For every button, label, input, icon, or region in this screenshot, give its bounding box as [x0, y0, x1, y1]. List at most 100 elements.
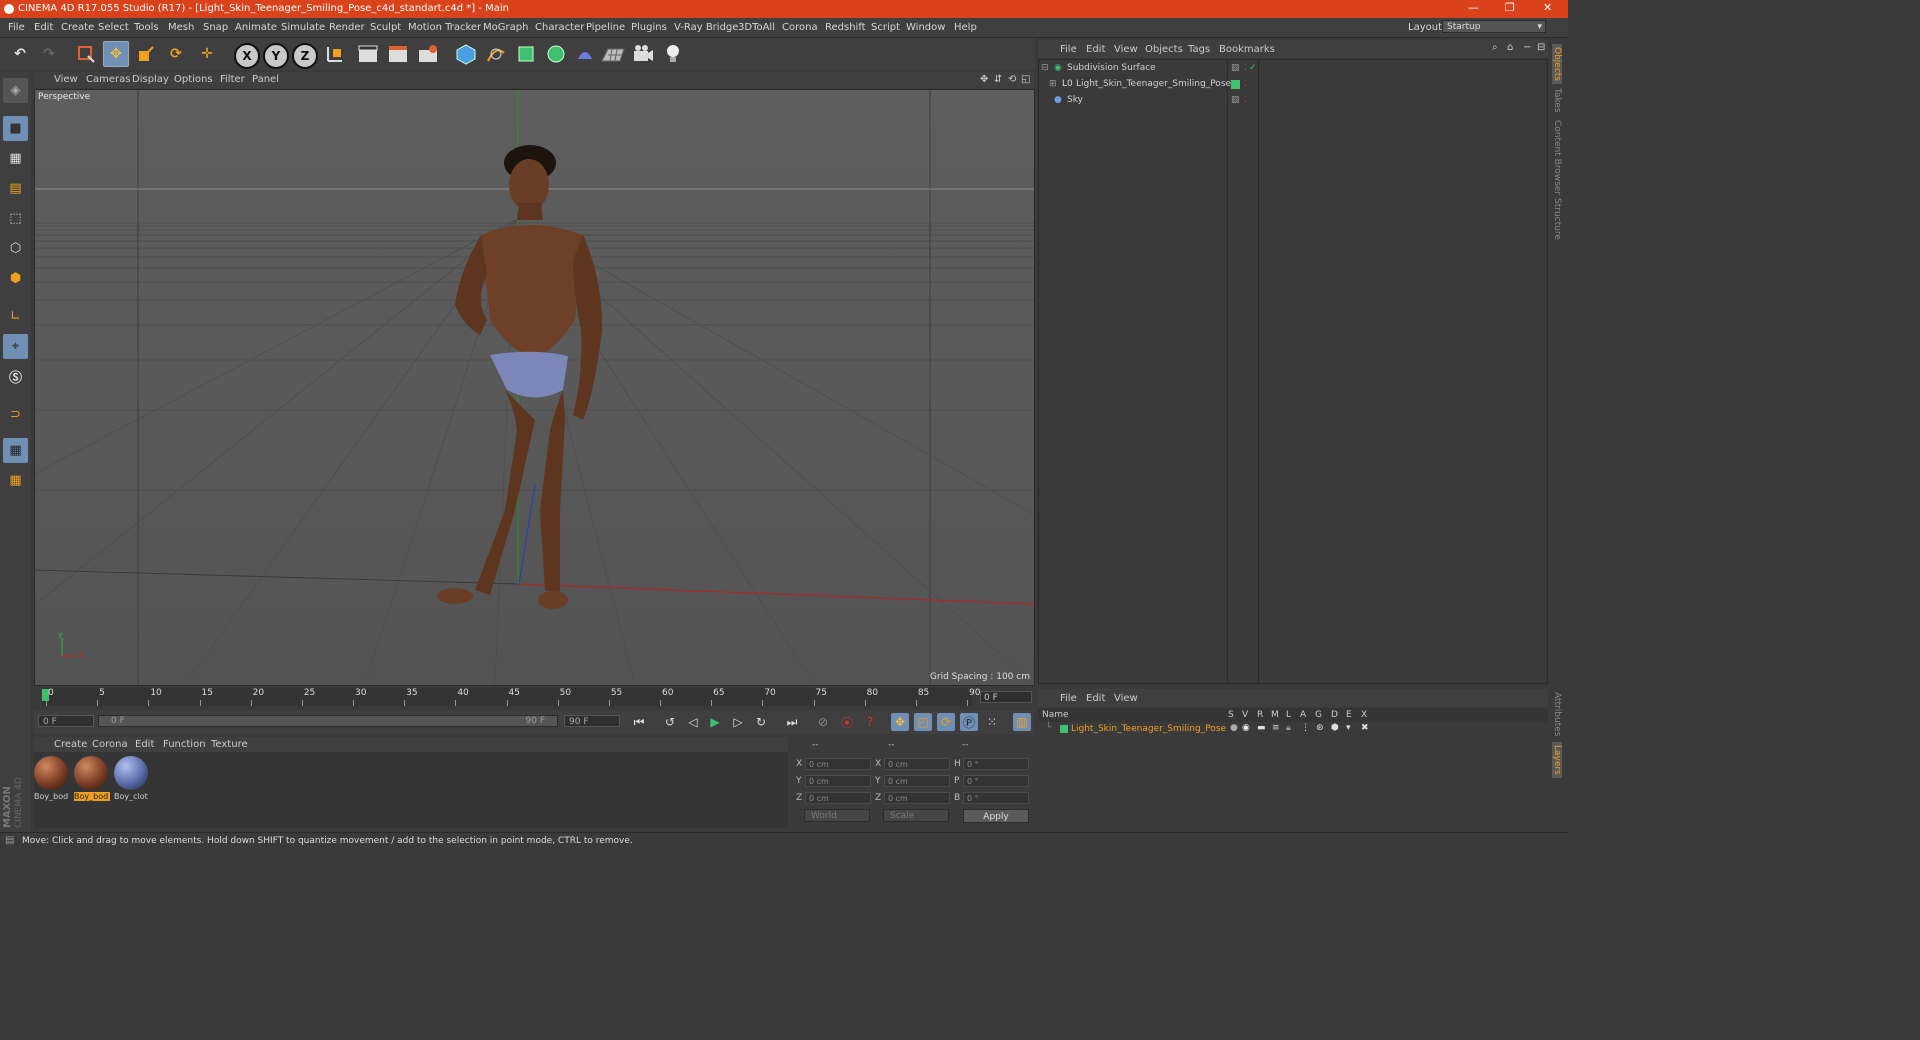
pos-x-field[interactable]: 0 cm — [805, 758, 871, 770]
snapping-button[interactable]: Ⓢ — [3, 364, 28, 389]
menu-window[interactable]: Window — [906, 22, 945, 33]
layer-menu-view[interactable]: View — [1114, 693, 1138, 704]
object-menu-file[interactable]: File — [1060, 44, 1077, 55]
menu-corona[interactable]: Corona — [782, 22, 818, 33]
lock-icon[interactable]: 🔒︎ — [1286, 723, 1291, 733]
pos-z-field[interactable]: 0 cm — [805, 792, 871, 804]
viewport-menu-display[interactable]: Display — [132, 74, 169, 85]
rotate-tool-button[interactable]: ⟳ — [163, 41, 189, 67]
material-menu-create[interactable]: Create — [54, 739, 87, 750]
cube-primitive-button[interactable] — [453, 41, 479, 67]
manager-icon[interactable]: ≡ — [1272, 723, 1280, 733]
coordinate-mode-dropdown[interactable]: World — [804, 809, 870, 822]
viewport-menu-filter[interactable]: Filter — [220, 74, 245, 85]
home-icon[interactable]: ⌂ — [1507, 42, 1513, 53]
material-menu-edit[interactable]: Edit — [135, 739, 154, 750]
tweak-mode-button[interactable]: ⌖ — [3, 334, 28, 359]
display-tag-icon[interactable]: ▧ — [1231, 95, 1240, 105]
render-settings-button[interactable] — [415, 41, 441, 67]
menu-character[interactable]: Character — [535, 22, 584, 33]
live-selection-button[interactable] — [73, 41, 99, 67]
expand-icon[interactable]: ⊟ — [1537, 42, 1545, 53]
move-tool-button[interactable]: ✥ — [103, 41, 129, 67]
layer-row[interactable]: └ Light_Skin_Teenager_Smiling_Pose ● ◉ ▬… — [1038, 722, 1548, 736]
scale-tool-button[interactable] — [133, 41, 159, 67]
key-rotation-button[interactable]: ⟳ — [937, 713, 955, 731]
planar-workplane-button[interactable]: ▦ — [3, 468, 28, 493]
key-parameter-button[interactable]: Ⓟ — [960, 713, 978, 731]
search-icon[interactable]: ⌕ — [1492, 42, 1498, 53]
play-button[interactable]: ▶ — [706, 713, 724, 731]
deformer-icon[interactable]: ⬢ — [1331, 723, 1339, 733]
magnet-button[interactable]: ⊃ — [3, 402, 28, 427]
next-frame-button[interactable]: ▷ — [729, 713, 747, 731]
expand-toggle-icon[interactable]: ⊞ — [1049, 79, 1057, 89]
size-y-field[interactable]: 0 cm — [884, 775, 950, 787]
viewport-menu-options[interactable]: Options — [174, 74, 213, 85]
object-menu-objects[interactable]: Objects — [1145, 44, 1183, 55]
model-mode-button[interactable]: ■ — [3, 116, 28, 141]
visibility-dots-icon[interactable]: ⁚ — [1244, 95, 1247, 105]
key-scale-button[interactable]: ◰ — [914, 713, 932, 731]
material-menu-texture[interactable]: Texture — [211, 739, 248, 750]
tab-takes[interactable]: Takes — [1552, 88, 1562, 113]
y-axis-button[interactable]: Y — [263, 43, 289, 69]
animation-icon[interactable]: ⋮ — [1301, 723, 1310, 733]
transform-tool-button[interactable]: ✛ — [194, 41, 220, 67]
object-menu-tags[interactable]: Tags — [1188, 44, 1210, 55]
edges-mode-button[interactable]: ⬡ — [3, 236, 28, 261]
menu-animate[interactable]: Animate — [235, 22, 277, 33]
menu-help[interactable]: Help — [954, 22, 977, 33]
material-swatch-selected[interactable]: Boy_bod — [74, 756, 110, 804]
key-position-button[interactable]: ✥ — [891, 713, 909, 731]
x-axis-button[interactable]: X — [234, 43, 260, 69]
viewport-menu-cameras[interactable]: Cameras — [86, 74, 130, 85]
workplane-mode-button[interactable]: ▤ — [3, 176, 28, 201]
menu-file[interactable]: File — [8, 22, 25, 33]
render-view-button[interactable] — [355, 41, 381, 67]
menu-edit[interactable]: Edit — [34, 22, 53, 33]
undo-button[interactable]: ↶ — [7, 41, 33, 67]
object-menu-edit[interactable]: Edit — [1086, 44, 1105, 55]
material-menu-corona[interactable]: Corona — [92, 739, 128, 750]
minus-icon[interactable]: − — [1523, 42, 1531, 53]
menu-vray-bridge[interactable]: V-Ray Bridge — [674, 22, 738, 33]
record-keys-button[interactable]: ⊘ — [814, 713, 832, 731]
array-button[interactable] — [543, 41, 569, 67]
floor-button[interactable] — [600, 41, 626, 67]
zoom-view-icon[interactable]: ⇵ — [994, 74, 1002, 85]
rotate-view-icon[interactable]: ⟲ — [1008, 74, 1016, 85]
menu-create[interactable]: Create — [61, 22, 94, 33]
autokey-button[interactable]: ⦿ — [838, 713, 856, 731]
axis-mode-button[interactable]: ∟ — [3, 304, 28, 329]
viewport-menu-panel[interactable]: Panel — [252, 74, 279, 85]
subdivision-surface-button[interactable] — [513, 41, 539, 67]
menu-motion-tracker[interactable]: Motion Tracker — [408, 22, 481, 33]
z-axis-button[interactable]: Z — [292, 43, 318, 69]
keyframe-selection-button[interactable]: ? — [861, 713, 879, 731]
visibility-dots-icon[interactable]: ⁚ — [1244, 79, 1247, 89]
maximize-view-icon[interactable]: ◱ — [1021, 74, 1030, 85]
collapse-toggle-icon[interactable]: ⊟ — [1041, 63, 1049, 73]
layer-menu-file[interactable]: File — [1060, 693, 1077, 704]
go-to-start-button[interactable]: ⏮ — [630, 713, 648, 731]
close-button[interactable]: ✕ — [1543, 1, 1552, 14]
xref-icon[interactable]: ✖ — [1361, 723, 1369, 733]
menu-snap[interactable]: Snap — [203, 22, 228, 33]
redo-button[interactable]: ↷ — [36, 41, 62, 67]
pos-y-field[interactable]: 0 cm — [805, 775, 871, 787]
menu-simulate[interactable]: Simulate — [281, 22, 325, 33]
minimize-button[interactable]: — — [1468, 1, 1479, 14]
viewport-menu-view[interactable]: View — [54, 74, 78, 85]
points-mode-button[interactable]: ⬚ — [3, 206, 28, 231]
current-frame-field[interactable]: 0 F — [980, 691, 1032, 703]
apply-button[interactable]: Apply — [963, 809, 1029, 823]
menu-mograph[interactable]: MoGraph — [483, 22, 528, 33]
solo-toggle-icon[interactable]: ● — [1230, 723, 1238, 733]
rot-h-field[interactable]: 0 ° — [963, 758, 1029, 770]
light-button[interactable] — [660, 41, 686, 67]
coordinate-system-button[interactable] — [322, 41, 348, 67]
go-to-end-button[interactable]: ⏭ — [783, 713, 801, 731]
menu-3dtoall[interactable]: 3DToAll — [738, 22, 775, 33]
menu-sculpt[interactable]: Sculpt — [370, 22, 401, 33]
